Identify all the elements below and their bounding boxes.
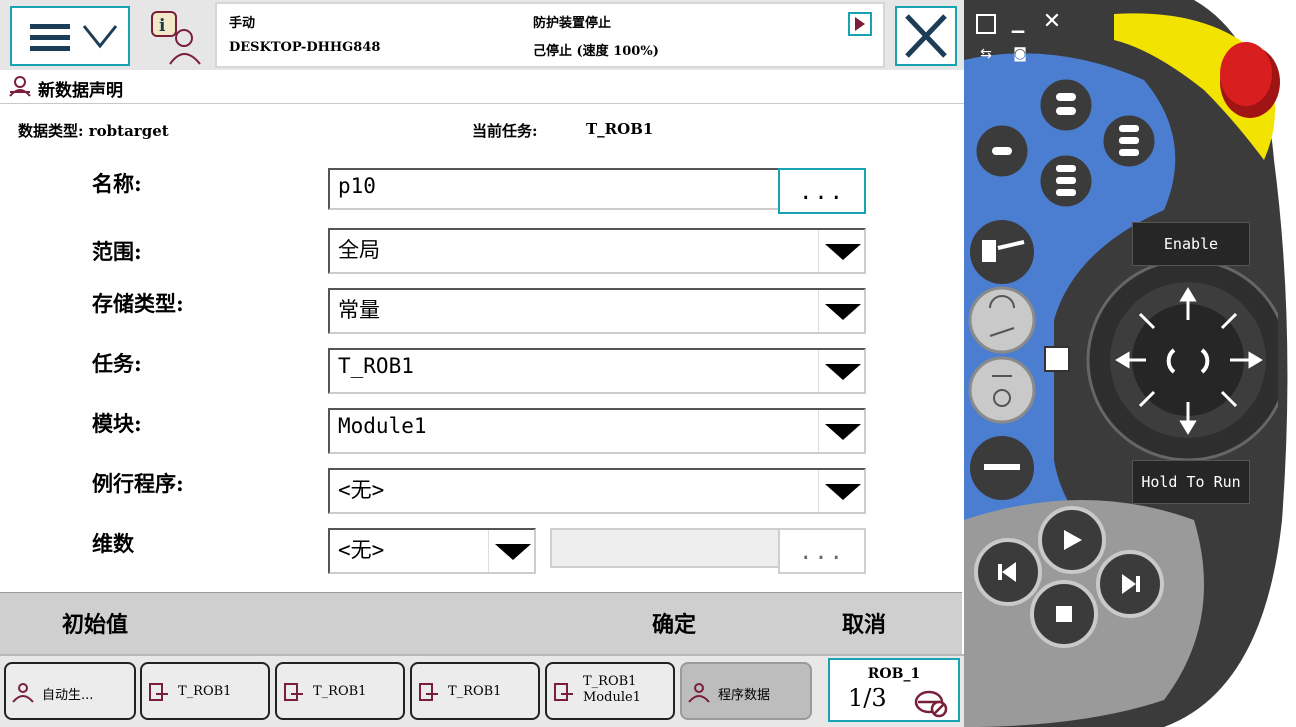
page-title: 新数据声明 (38, 81, 123, 101)
joystick[interactable] (1048, 260, 1278, 480)
storage-type-select[interactable]: 常量 (328, 288, 866, 334)
step-forward-icon[interactable] (1116, 570, 1144, 598)
task-fraction: 1/3 (848, 684, 887, 712)
swap-icon[interactable]: ⇆ (976, 44, 996, 64)
scope-value: 全局 (338, 238, 380, 262)
screenshot-icon[interactable]: ◙ (1010, 44, 1030, 64)
name-input[interactable]: p10 (328, 168, 780, 210)
programmable-keys (971, 75, 1160, 212)
program-icon (12, 683, 34, 703)
main-menu-button[interactable] (10, 6, 130, 66)
routine-select[interactable]: <无> (328, 468, 866, 514)
program-editor-icon (554, 683, 573, 701)
taskbar: 自动生... T_ROB1 T_ROB1 T_ROB1 T_ROB1 Modul… (0, 654, 964, 727)
dimensions-browse-button: ... (778, 528, 866, 574)
program-editor-icon (149, 683, 168, 701)
dropdown-arrow-icon (818, 470, 864, 512)
safety-status-icon (848, 12, 872, 36)
taskbar-item-trob1-3[interactable]: T_ROB1 (410, 662, 540, 720)
taskbar-item-program-data[interactable]: 程序数据 (680, 662, 812, 720)
dropdown-arrow-icon (818, 290, 864, 332)
close-button[interactable] (895, 6, 957, 66)
top-bar: i 手动 DESKTOP-DHHG848 防护装置停止 己停止 (速度 100%… (0, 0, 964, 70)
jog-mode-buttons (968, 220, 1036, 500)
cancel-button[interactable]: 取消 (842, 607, 886, 639)
routine-label: 例行程序: (92, 471, 184, 496)
current-task-value: T_ROB1 (586, 120, 654, 138)
dimensions-select[interactable]: <无> (328, 528, 536, 574)
storage-type-value: 常量 (338, 298, 380, 322)
routine-value: <无> (338, 478, 385, 502)
chevron-down-icon (82, 25, 118, 49)
operation-mode: 手动 (229, 16, 256, 31)
taskbar-item-trob1-2[interactable]: T_ROB1 (275, 662, 405, 720)
ok-button[interactable]: 确定 (652, 607, 696, 639)
start-icon[interactable] (1058, 526, 1086, 554)
dimensions-size-input (550, 528, 780, 568)
storage-type-label: 存储类型: (92, 291, 184, 316)
program-data-icon (688, 683, 710, 703)
program-editor-icon (419, 683, 438, 701)
dropdown-arrow-icon (818, 350, 864, 392)
close-icon (905, 14, 947, 58)
data-type: 数据类型: robtarget (18, 122, 169, 140)
dimensions-label: 维数 (92, 531, 134, 556)
dropdown-arrow-icon (818, 410, 864, 452)
pendant-hardware: ▁ ✕ ⇆ ◙ Enable Hold To Run (964, 0, 1296, 727)
pendant-close-button[interactable]: ✕ (1042, 11, 1062, 33)
name-browse-button[interactable]: ... (778, 168, 866, 214)
program-state: 己停止 (速度 100%) (533, 44, 659, 59)
svg-text:i: i (159, 16, 166, 36)
page-header: 新数据声明 (0, 70, 964, 104)
hold-to-run-button[interactable]: Hold To Run (1132, 460, 1250, 504)
task-value: T_ROB1 (338, 354, 414, 378)
task-label: 任务: (92, 351, 142, 376)
scope-select[interactable]: 全局 (328, 228, 866, 274)
dimensions-value: <无> (338, 538, 385, 562)
program-editor-icon (284, 683, 303, 701)
initial-value-button[interactable]: 初始值 (62, 607, 128, 639)
usb-port-icon (1044, 346, 1070, 372)
controller-state: 防护装置停止 (533, 16, 612, 31)
status-panel[interactable]: 手动 DESKTOP-DHHG848 防护装置停止 己停止 (速度 100%) (215, 2, 885, 68)
event-log-icon[interactable]: i (148, 10, 206, 66)
emergency-stop-button[interactable] (1214, 32, 1286, 122)
module-label: 模块: (92, 411, 142, 436)
step-backward-icon[interactable] (994, 558, 1022, 586)
taskbar-item-autoconfig[interactable]: 自动生... (4, 662, 136, 720)
data-declaration-icon (9, 76, 31, 97)
flexpendant-screen: i 手动 DESKTOP-DHHG848 防护装置停止 己停止 (速度 100%… (0, 0, 964, 727)
quickset-button[interactable]: ROB_1 1/3 (828, 658, 960, 722)
dropdown-arrow-icon (818, 230, 864, 272)
name-label: 名称: (92, 171, 142, 196)
task-select[interactable]: T_ROB1 (328, 348, 866, 394)
restore-button[interactable] (976, 14, 996, 34)
module-value: Module1 (338, 414, 427, 438)
system-name: DESKTOP-DHHG848 (229, 40, 381, 55)
taskbar-item-trob1-1[interactable]: T_ROB1 (140, 662, 270, 720)
taskbar-item-trob1-module1[interactable]: T_ROB1 Module1 (545, 662, 675, 720)
dropdown-arrow-icon (488, 530, 534, 572)
stop-icon[interactable] (1050, 600, 1078, 628)
name-value: p10 (338, 174, 376, 198)
minimize-button[interactable]: ▁ (1008, 14, 1028, 34)
speed-icon (914, 690, 948, 718)
mechanical-unit: ROB_1 (867, 666, 921, 682)
enable-button[interactable]: Enable (1132, 222, 1250, 266)
current-task-label: 当前任务: (472, 122, 538, 140)
module-select[interactable]: Module1 (328, 408, 866, 454)
hamburger-icon (30, 24, 70, 52)
command-bar: 初始值 确定 取消 (0, 592, 962, 654)
scope-label: 范围: (92, 239, 142, 264)
